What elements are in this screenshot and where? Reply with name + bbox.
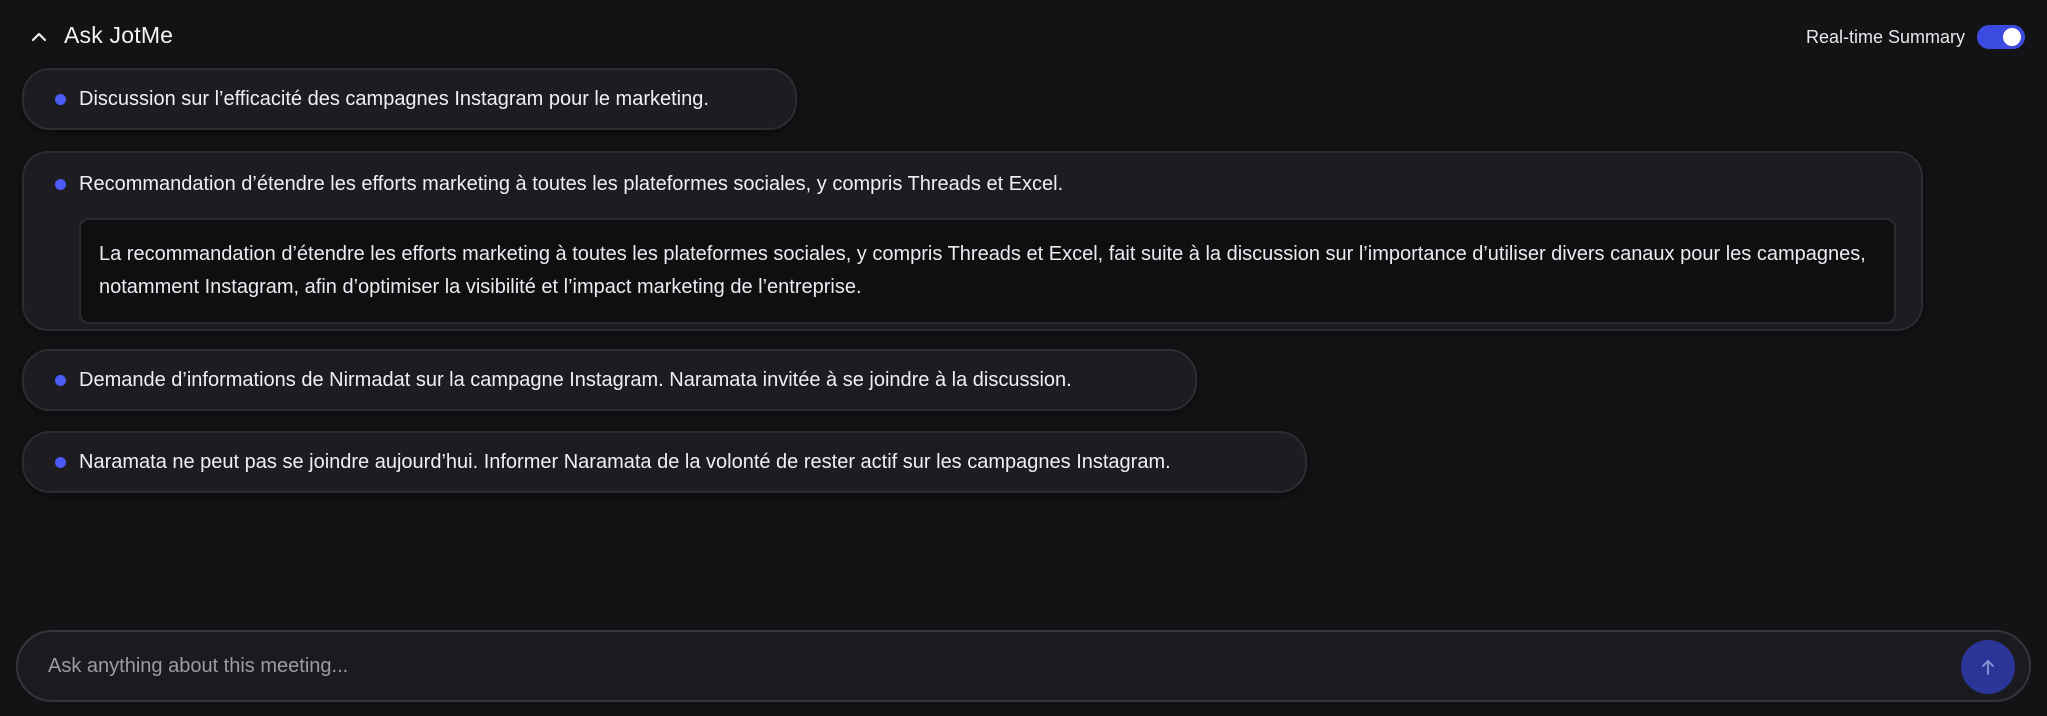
chevron-up-icon — [31, 32, 47, 42]
toggle-knob — [2003, 28, 2021, 46]
panel-title: Ask JotMe — [64, 22, 174, 48]
send-button[interactable] — [1961, 640, 2015, 694]
bullet-dot — [55, 178, 66, 190]
ask-input[interactable] — [48, 632, 1948, 700]
summary-item-expanded[interactable]: Recommandation d’étendre les efforts mar… — [22, 151, 1923, 331]
summary-item-text: Discussion sur l’efficacité des campagne… — [79, 87, 709, 110]
summary-item[interactable]: Naramata ne peut pas se joindre aujourd’… — [22, 431, 1307, 493]
summary-item-text: Demande d’informations de Nirmadat sur l… — [79, 368, 1072, 391]
arrow-up-icon — [1982, 660, 1994, 675]
summary-item[interactable]: Demande d’informations de Nirmadat sur l… — [22, 349, 1197, 411]
real-time-summary-toggle[interactable] — [1977, 25, 2025, 49]
summary-item[interactable]: Discussion sur l’efficacité des campagne… — [22, 68, 797, 130]
panel-header: Ask JotMe Real-time Summary — [2, 2, 2045, 72]
real-time-summary-control: Real-time Summary — [1806, 22, 2025, 52]
toggle-label: Real-time Summary — [1805, 26, 1965, 47]
summary-item-text: Recommandation d’étendre les efforts mar… — [79, 172, 1064, 195]
collapse-button[interactable] — [28, 26, 50, 48]
ask-jotme-panel: Ask JotMe Real-time Summary Discussion s… — [2, 2, 2045, 714]
ask-bar — [16, 630, 2031, 702]
summary-item-text: Naramata ne peut pas se joindre aujourd’… — [79, 450, 1171, 473]
bullet-dot — [55, 374, 66, 386]
bullet-dot — [55, 93, 66, 105]
bullet-dot — [55, 456, 66, 468]
summary-item-detail: La recommandation d’étendre les efforts … — [79, 218, 1896, 324]
